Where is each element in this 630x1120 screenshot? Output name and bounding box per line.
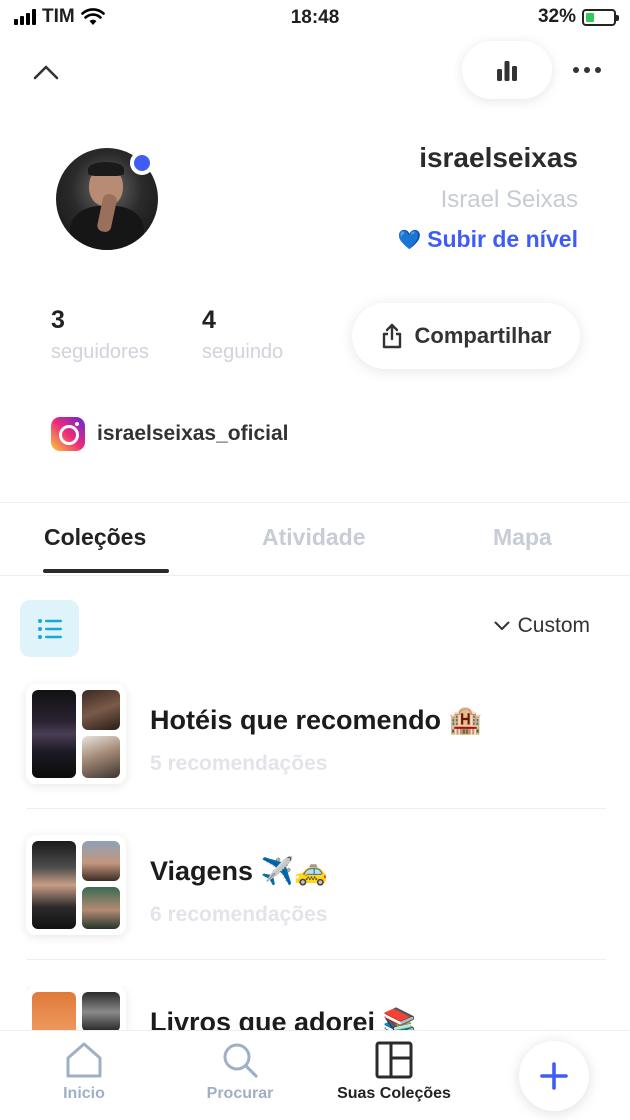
tab-colecoes[interactable]: Coleções [44, 524, 146, 551]
followers-count: 3 [51, 306, 65, 334]
home-icon [66, 1042, 102, 1078]
collection-item-livros[interactable]: Livros que adorei 📚 [26, 986, 606, 1030]
stats-button[interactable] [462, 41, 552, 99]
status-right: 32% [537, 6, 619, 28]
following-label: seguindo [202, 341, 284, 363]
more-options-button[interactable] [566, 52, 608, 88]
active-tab-indicator [43, 569, 169, 573]
clock: 18:48 [290, 7, 340, 28]
followers-stat[interactable]: 3 seguidores [51, 306, 149, 364]
username: israelseixas [419, 142, 578, 173]
thumbnail-image [82, 690, 120, 730]
more-horizontal-icon [573, 67, 601, 73]
collection-count: 5 recomendações [150, 752, 328, 775]
collection-title: Viagens ✈️🚕 [150, 856, 328, 886]
battery-icon [582, 8, 619, 26]
tabbar-label: Suas Coleções [337, 1085, 451, 1102]
search-icon [223, 1043, 258, 1078]
followers-label: seguidores [51, 341, 149, 363]
plus-icon [540, 1062, 568, 1090]
tabbar-label: Inicio [63, 1085, 105, 1102]
collection-thumbnail [26, 986, 126, 1030]
share-label: Compartilhar [414, 323, 552, 348]
collapse-button[interactable] [28, 54, 64, 90]
level-up-link[interactable]: 💙 Subir de nível [398, 226, 579, 253]
tab-atividade[interactable]: Atividade [262, 524, 366, 551]
divider [26, 808, 606, 809]
thumbnail-image [82, 992, 120, 1030]
list-view-toggle[interactable] [20, 600, 79, 657]
full-name: Israel Seixas [440, 186, 578, 213]
thumbnail-image [32, 690, 76, 778]
following-stat[interactable]: 4 seguindo [202, 306, 283, 364]
following-count: 4 [202, 306, 216, 334]
sort-dropdown[interactable]: Custom [494, 614, 590, 638]
thumbnail-image [82, 841, 120, 881]
bottom-tab-bar: Inicio Procurar Suas Coleções [0, 1030, 630, 1120]
tabbar-item-suas-colecoes[interactable]: Suas Coleções [330, 1041, 458, 1103]
instagram-handle: israelseixas_oficial [97, 422, 289, 445]
collection-item-hoteis[interactable]: Hotéis que recomendo 🏨 5 recomendações [26, 684, 606, 834]
thumbnail-image [82, 887, 120, 929]
layout-icon [375, 1041, 413, 1079]
battery-percent: 32% [537, 6, 576, 27]
collection-count: 6 recomendações [150, 903, 328, 926]
share-button[interactable]: Compartilhar [352, 303, 580, 369]
add-button[interactable] [519, 1041, 589, 1111]
collection-thumbnail [26, 684, 126, 784]
thumbnail-image [32, 992, 76, 1030]
tabbar-item-procurar[interactable]: Procurar [200, 1041, 280, 1103]
instagram-icon [51, 417, 85, 451]
blue-heart-icon: 💙 [397, 229, 422, 251]
online-status-dot [130, 151, 154, 175]
collection-title: Livros que adorei 📚 [150, 1007, 417, 1030]
list-icon [37, 618, 62, 639]
instagram-link[interactable]: israelseixas_oficial [51, 417, 288, 451]
collection-item-viagens[interactable]: Viagens ✈️🚕 6 recomendações [26, 835, 606, 985]
divider [26, 959, 606, 960]
collection-title: Hotéis que recomendo 🏨 [150, 705, 483, 735]
divider [0, 575, 630, 576]
status-bar: TIM 18:48 32% [0, 0, 630, 40]
collection-thumbnail [26, 835, 126, 935]
battery-fill [586, 12, 595, 22]
divider [0, 502, 630, 503]
thumbnail-image [32, 841, 76, 929]
level-up-label: Subir de nível [427, 226, 578, 252]
thumbnail-image [82, 736, 120, 778]
chevron-down-icon [494, 621, 510, 630]
tabbar-label: Procurar [206, 1085, 274, 1102]
bar-chart-icon [497, 61, 517, 81]
tabbar-item-inicio[interactable]: Inicio [54, 1041, 114, 1103]
tab-mapa[interactable]: Mapa [493, 524, 552, 551]
sort-label: Custom [517, 614, 590, 637]
share-icon [382, 323, 401, 349]
chevron-up-icon [33, 65, 59, 80]
